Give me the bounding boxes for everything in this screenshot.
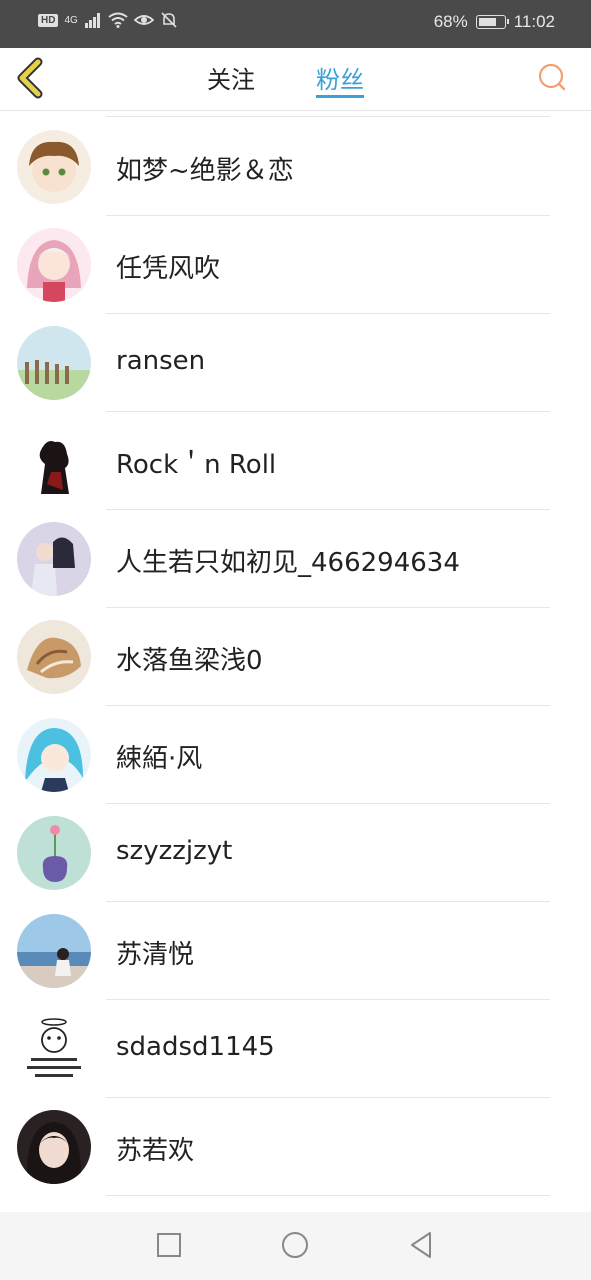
fan-name: 水落鱼梁浅0 (116, 646, 263, 676)
fan-name: Rock＇n Roll (116, 450, 277, 480)
anime-girl-pink-avatar (17, 228, 91, 302)
fence-landscape-avatar (17, 326, 91, 400)
tab-following-label: 关注 (207, 66, 255, 94)
portrait-girl-avatar (17, 1110, 91, 1184)
fan-name: 苏清悦 (116, 940, 195, 970)
signal-label: 4G (64, 14, 78, 26)
seaside-girl-avatar (17, 914, 91, 988)
fan-name: ransen (116, 346, 206, 376)
tab-fans[interactable]: 粉丝 (316, 60, 364, 98)
home-icon[interactable] (278, 1228, 312, 1262)
anime-boy-avatar (17, 130, 91, 204)
fan-name: 人生若只如初见_466294634 (116, 548, 460, 578)
list-item[interactable]: 任凭风吹 (0, 216, 591, 314)
flower-vase-avatar (17, 816, 91, 890)
list-item[interactable]: szyzzjzyt (0, 804, 591, 902)
anime-blue-hair-avatar (17, 718, 91, 792)
fan-name: 如梦~绝影＆恋 (116, 156, 294, 186)
divider (106, 1195, 550, 1196)
list-item[interactable]: 如梦~绝影＆恋 (0, 118, 591, 216)
fan-name: sdadsd1145 (116, 1032, 275, 1062)
seashell-avatar (17, 620, 91, 694)
list-item[interactable]: Rock＇n Roll (0, 412, 591, 510)
search-icon[interactable] (537, 62, 567, 92)
back-arrow-icon[interactable] (12, 54, 52, 102)
couple-photo-avatar (17, 522, 91, 596)
status-icons-left: HD 4G (38, 12, 178, 28)
hd-badge: HD (38, 13, 59, 27)
list-item[interactable]: 苏若欢 (0, 1098, 591, 1196)
mute-bell-icon (161, 12, 177, 28)
dark-figure-avatar (17, 424, 91, 498)
fan-name: 苏若欢 (116, 1136, 195, 1166)
list-item[interactable]: 人生若只如初见_466294634 (0, 510, 591, 608)
tab-following[interactable]: 关注 (207, 60, 255, 95)
battery-percent: 68% (433, 12, 468, 31)
list-item[interactable]: 苏清悦 (0, 902, 591, 1000)
list-item[interactable]: 水落鱼梁浅0 (0, 608, 591, 706)
list-item[interactable]: 綀絔·风 (0, 706, 591, 804)
header: 关注 粉丝 (0, 48, 591, 111)
cartoon-meme-avatar (17, 1012, 91, 1086)
recent-apps-icon[interactable] (152, 1228, 186, 1262)
wifi-icon (108, 12, 128, 28)
clock: 11:02 (513, 12, 555, 31)
active-tab-underline (316, 95, 364, 98)
list-item[interactable]: sdadsd1145 (0, 1000, 591, 1098)
fan-name: 任凭风吹 (116, 254, 221, 284)
signal-icon (84, 13, 100, 28)
fan-name: szyzzjzyt (116, 836, 233, 866)
tab-fans-label: 粉丝 (316, 66, 364, 94)
system-nav-bar (0, 1212, 591, 1280)
battery-icon (475, 15, 509, 29)
fan-name: 綀絔·风 (116, 744, 203, 774)
divider (106, 116, 550, 117)
back-icon[interactable] (404, 1228, 438, 1262)
status-icons-right: 68% 11:02 (434, 12, 555, 32)
list-item[interactable]: ransen (0, 314, 591, 412)
status-bar: HD 4G 68% 11:02 (0, 0, 591, 48)
eye-icon (133, 15, 154, 25)
